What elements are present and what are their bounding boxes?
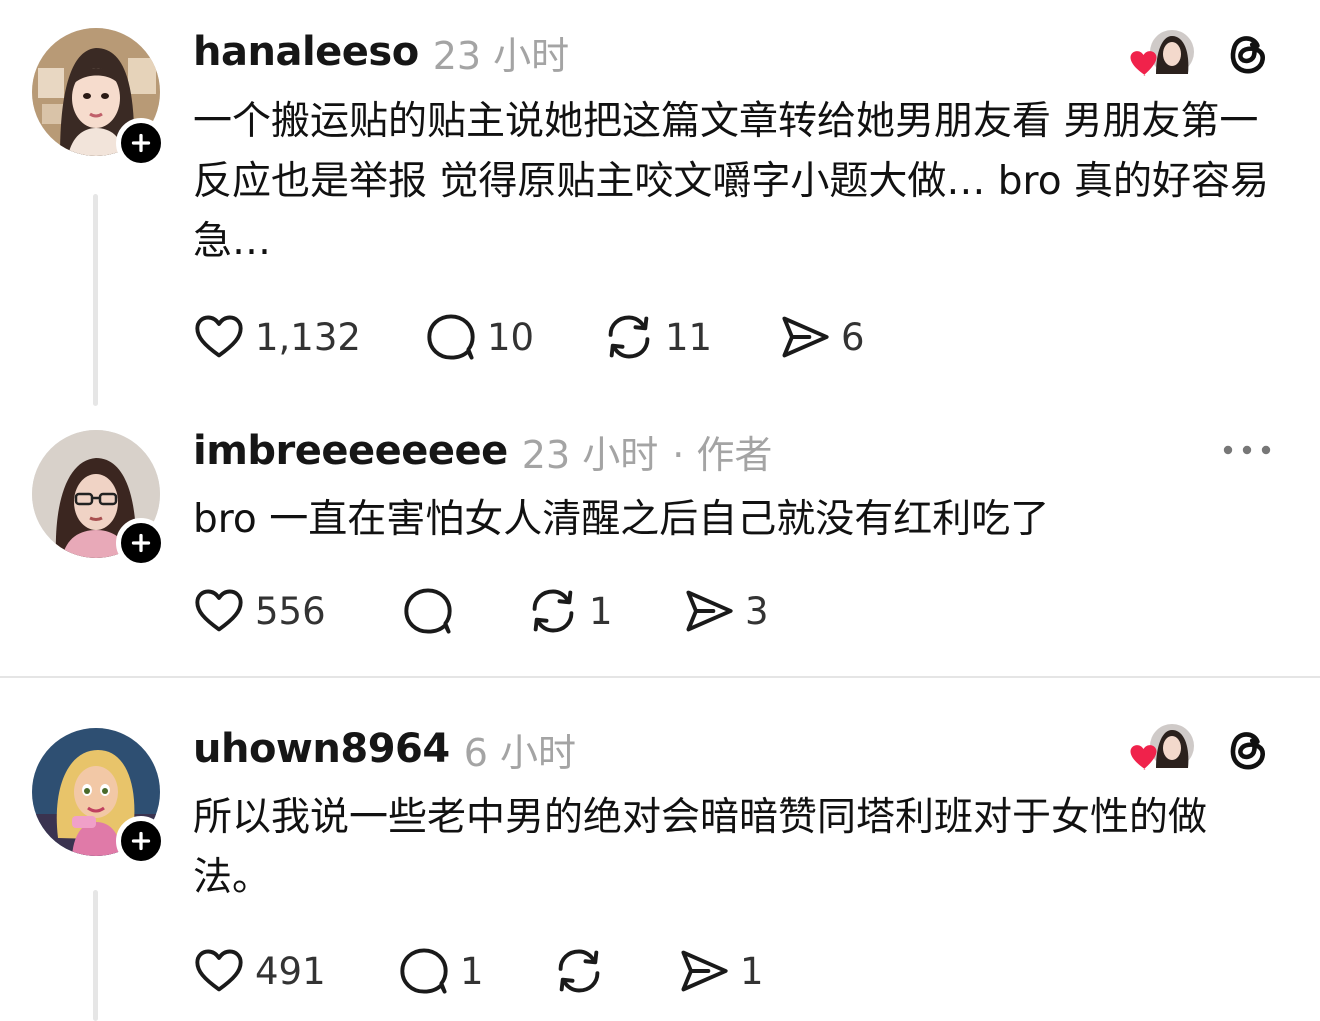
reply-button[interactable]: 1 <box>398 943 484 999</box>
reply-button[interactable]: 10 <box>425 309 534 365</box>
post-text: 一个搬运贴的贴主说她把这篇文章转给她男朋友看 男朋友第一反应也是举报 觉得原贴主… <box>193 99 1269 264</box>
share-arrow-icon <box>779 311 831 363</box>
thread-line <box>93 890 98 1021</box>
like-count: 491 <box>255 949 326 993</box>
comment-bubble-icon <box>425 311 477 363</box>
repost-button[interactable]: 11 <box>603 309 712 365</box>
heart-outline-icon <box>193 311 245 363</box>
username[interactable]: uhown8964 <box>193 726 450 772</box>
username[interactable]: imbreeeeeeee <box>193 428 508 474</box>
reply-button[interactable] <box>402 583 464 639</box>
threads-logo-icon[interactable] <box>1222 724 1272 774</box>
post-text: 所以我说一些老中男的绝对会暗暗赞同塔利班对于女性的做法。 <box>193 795 1208 900</box>
divider <box>0 676 1320 678</box>
timestamp: 23 小时 <box>432 33 570 78</box>
repost-count: 11 <box>665 315 713 359</box>
plus-icon <box>126 128 156 158</box>
more-dots-icon[interactable] <box>1222 440 1272 460</box>
comment-bubble-icon <box>398 945 450 997</box>
liked-by-author-indicator <box>1128 28 1194 80</box>
timestamp: 6 小时 <box>463 730 576 775</box>
share-arrow-icon <box>683 585 735 637</box>
repost-button[interactable] <box>553 943 615 999</box>
like-button[interactable]: 1,132 <box>193 309 361 365</box>
username[interactable]: hanaleeso <box>193 29 419 75</box>
repost-button[interactable]: 1 <box>527 583 613 639</box>
share-count: 3 <box>745 589 769 633</box>
threads-logo-icon[interactable] <box>1222 28 1272 78</box>
comment-bubble-icon <box>402 585 454 637</box>
reply-count: 1 <box>460 949 484 993</box>
plus-icon <box>126 528 156 558</box>
share-count: 1 <box>740 949 764 993</box>
share-count: 6 <box>841 315 865 359</box>
heart-filled-icon <box>1130 51 1157 76</box>
share-arrow-icon <box>678 945 730 997</box>
share-button[interactable]: 3 <box>683 583 769 639</box>
post-text: bro 一直在害怕女人清醒之后自己就没有红利吃了 <box>193 497 1050 542</box>
follow-button[interactable] <box>116 816 166 866</box>
post-header: imbreeeeeeee 23 小时 · 作者 <box>193 423 772 479</box>
share-button[interactable]: 6 <box>779 309 865 365</box>
like-button[interactable]: 491 <box>193 943 326 999</box>
timestamp: 23 小时 <box>521 432 659 477</box>
follow-button[interactable] <box>116 118 166 168</box>
reply-count: 10 <box>487 315 535 359</box>
repost-icon <box>527 585 579 637</box>
thread-line <box>93 194 98 406</box>
like-button[interactable]: 556 <box>193 583 326 639</box>
repost-icon <box>603 311 655 363</box>
post-header: hanaleeso 23 小时 <box>193 24 569 80</box>
like-count: 556 <box>255 589 326 633</box>
heart-outline-icon <box>193 945 245 997</box>
heart-outline-icon <box>193 585 245 637</box>
plus-icon <box>126 826 156 856</box>
repost-icon <box>553 945 605 997</box>
like-count: 1,132 <box>255 315 361 359</box>
heart-filled-icon <box>1130 745 1157 770</box>
share-button[interactable]: 1 <box>678 943 764 999</box>
repost-count: 1 <box>589 589 613 633</box>
follow-button[interactable] <box>116 518 166 568</box>
post-header: uhown8964 6 小时 <box>193 721 576 777</box>
liked-by-author-indicator <box>1128 722 1194 774</box>
author-tag: · 作者 <box>672 432 773 477</box>
